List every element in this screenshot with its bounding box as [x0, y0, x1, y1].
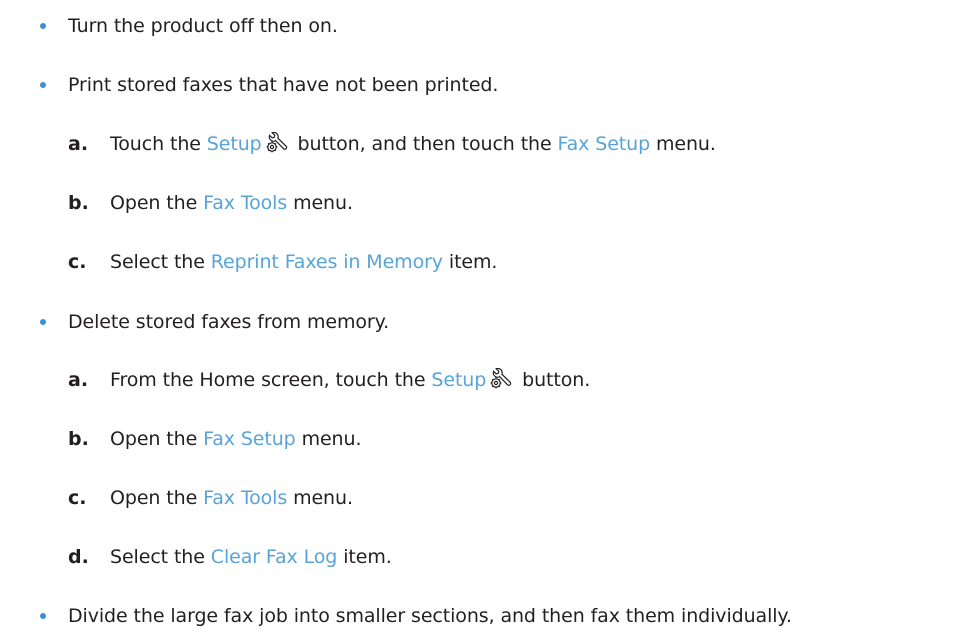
substep-text: Touch the Setup button, and then touch t… — [110, 132, 716, 155]
fax-setup-term: Fax Setup — [557, 133, 651, 155]
setup-term: Setup — [206, 133, 262, 155]
substep-text: Select the Reprint Faxes in Memory item. — [110, 251, 498, 273]
bullet-dot — [40, 23, 46, 29]
reprint-faxes-term: Reprint Faxes in Memory — [210, 251, 443, 273]
setup-term: Setup — [431, 369, 487, 391]
wrench-gear-icon — [266, 132, 287, 153]
substep-text: Open the Fax Tools menu. — [110, 487, 353, 509]
substep-letter: b. — [68, 428, 89, 450]
bullet-dot — [40, 82, 46, 88]
substep-text: Open the Fax Setup menu. — [110, 428, 362, 450]
bullet-dot — [40, 613, 46, 619]
substep-letter: c. — [68, 251, 87, 273]
substep-letter: a. — [68, 133, 89, 155]
substep-text: Select the Clear Fax Log item. — [110, 546, 392, 568]
substep-text: From the Home screen, touch the Setup bu… — [110, 368, 591, 391]
substep-letter: c. — [68, 487, 87, 509]
substep-text: Open the Fax Tools menu. — [110, 192, 353, 214]
step-text: Turn the product off then on. — [68, 15, 338, 37]
step-text: Divide the large fax job into smaller se… — [68, 605, 792, 627]
bullet-dot — [40, 319, 46, 325]
substep-letter: d. — [68, 546, 89, 568]
step-text: Delete stored faxes from memory. — [68, 311, 390, 333]
wrench-gear-icon — [490, 368, 512, 389]
fax-setup-term: Fax Setup — [203, 428, 296, 450]
clear-fax-log-term: Clear Fax Log — [210, 546, 338, 568]
step-text: Print stored faxes that have not been pr… — [68, 74, 499, 96]
fax-tools-term: Fax Tools — [203, 487, 288, 509]
substep-letter: b. — [68, 192, 89, 214]
substep-letter: a. — [68, 369, 89, 391]
fax-tools-term: Fax Tools — [203, 192, 288, 214]
